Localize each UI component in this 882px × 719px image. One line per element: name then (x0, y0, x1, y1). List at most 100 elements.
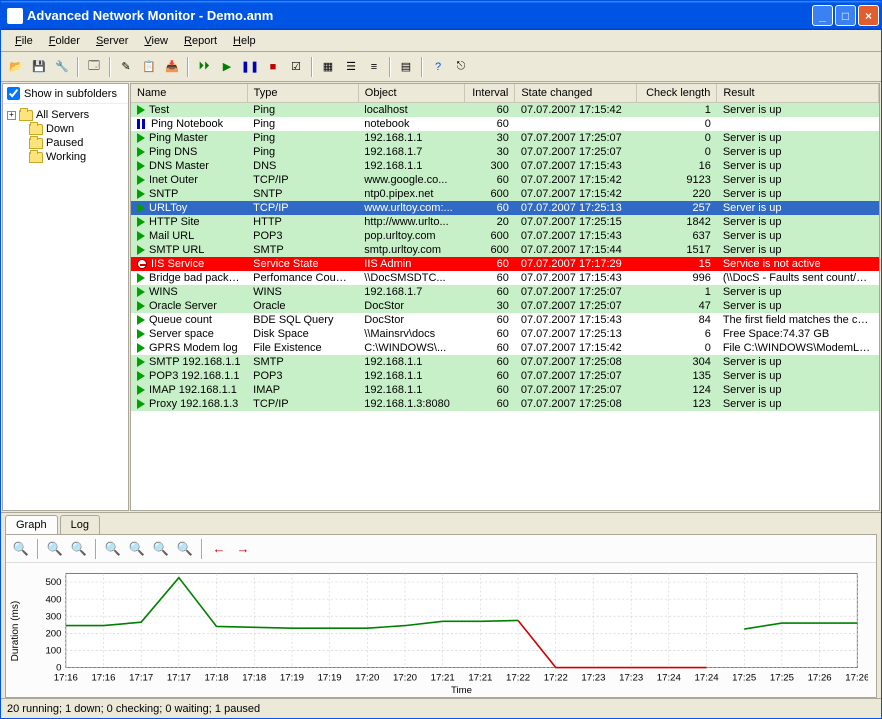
table-row[interactable]: Ping NotebookPingnotebook600 (131, 117, 879, 131)
tree-node-paused[interactable]: Paused (5, 136, 126, 150)
col-type[interactable]: Type (247, 84, 358, 103)
close-button[interactable]: × (858, 5, 879, 26)
scroll-left-icon[interactable]: ← (208, 538, 230, 560)
help-icon[interactable]: ? (427, 56, 449, 78)
table-row[interactable]: DNS MasterDNS192.168.1.130007.07.2007 17… (131, 159, 879, 173)
zoom-out-icon[interactable]: 🔍 (44, 538, 66, 560)
tree-node-down[interactable]: Down (5, 122, 126, 136)
pause-icon[interactable]: ❚❚ (239, 56, 261, 78)
table-row[interactable]: URLToyTCP/IPwww.urltoy.com:...6007.07.20… (131, 201, 879, 215)
menu-report[interactable]: Report (176, 33, 225, 49)
table-row[interactable]: WINSWINS192.168.1.76007.07.2007 17:25:07… (131, 285, 879, 299)
exit-icon[interactable]: ⎋ (450, 56, 472, 78)
col-interval[interactable]: Interval (464, 84, 515, 103)
menu-folder[interactable]: Folder (41, 33, 88, 49)
zoom-in-icon[interactable]: 🔍 (68, 538, 90, 560)
bottom-tabs: GraphLog (1, 513, 881, 534)
table-row[interactable]: POP3 192.168.1.1POP3192.168.1.16007.07.2… (131, 369, 879, 383)
zoom-x-in-icon[interactable]: 🔍 (126, 538, 148, 560)
menu-help[interactable]: Help (225, 33, 264, 49)
table-row[interactable]: Ping DNSPing192.168.1.73007.07.2007 17:2… (131, 145, 879, 159)
tab-graph[interactable]: Graph (5, 515, 58, 534)
view-details-icon[interactable]: ▤ (395, 56, 417, 78)
svg-text:17:20: 17:20 (355, 672, 379, 683)
svg-text:17:17: 17:17 (129, 672, 153, 683)
zoom-y-out-icon[interactable]: 🔍 (150, 538, 172, 560)
table-row[interactable]: SMTP URLSMTPsmtp.urltoy.com60007.07.2007… (131, 243, 879, 257)
table-row[interactable]: TestPinglocalhost6007.07.2007 17:15:421S… (131, 103, 879, 118)
options-icon[interactable]: 🔧 (51, 56, 73, 78)
table-row[interactable]: IMAP 192.168.1.1IMAP192.168.1.16007.07.2… (131, 383, 879, 397)
svg-text:17:22: 17:22 (506, 672, 530, 683)
pause-icon (137, 119, 147, 129)
tree-node-working[interactable]: Working (5, 150, 126, 164)
zoom-y-in-icon[interactable]: 🔍 (174, 538, 196, 560)
table-row[interactable]: IIS ServiceService StateIIS Admin6007.07… (131, 257, 879, 271)
col-result[interactable]: Result (717, 84, 879, 103)
table-row[interactable]: HTTP SiteHTTPhttp://www.urlto...2007.07.… (131, 215, 879, 229)
table-row[interactable]: GPRS Modem logFile ExistenceC:\WINDOWS\.… (131, 341, 879, 355)
play-icon (137, 189, 145, 199)
play-all-icon[interactable]: ⏵⏵ (193, 56, 215, 78)
menu-view[interactable]: View (136, 33, 176, 49)
open-icon[interactable]: 📂 (5, 56, 27, 78)
app-icon (7, 8, 23, 24)
col-object[interactable]: Object (358, 84, 464, 103)
status-text: 20 running; 1 down; 0 checking; 0 waitin… (7, 703, 260, 715)
zoom-x-out-icon[interactable]: 🔍 (102, 538, 124, 560)
table-row[interactable]: Bridge bad packetsPerfomance Counter\\Do… (131, 271, 879, 285)
table-row[interactable]: Oracle ServerOracleDocStor3007.07.2007 1… (131, 299, 879, 313)
table-row[interactable]: Mail URLPOP3pop.urltoy.com60007.07.2007 … (131, 229, 879, 243)
stop-icon[interactable]: ■ (262, 56, 284, 78)
scroll-right-icon[interactable]: → (232, 538, 254, 560)
svg-text:17:20: 17:20 (393, 672, 417, 683)
svg-text:17:23: 17:23 (581, 672, 605, 683)
tree-node-all-servers[interactable]: +All Servers (5, 108, 126, 122)
edit-icon[interactable]: ✎ (115, 56, 137, 78)
svg-text:100: 100 (45, 646, 61, 657)
menu-server[interactable]: Server (88, 33, 136, 49)
col-state-changed[interactable]: State changed (515, 84, 636, 103)
play-icon (137, 203, 145, 213)
tree-label: Down (46, 123, 74, 135)
minimize-button[interactable]: _ (812, 5, 833, 26)
table-row[interactable]: Server spaceDisk Space\\Mainsrv\docs6007… (131, 327, 879, 341)
chart-ylabel: Duration (ms) (8, 567, 23, 695)
col-name[interactable]: Name (131, 84, 247, 103)
subfolders-checkbox[interactable] (7, 87, 20, 100)
table-row[interactable]: SMTP 192.168.1.1SMTP192.168.1.16007.07.2… (131, 355, 879, 369)
view-small-icon[interactable]: ☰ (340, 56, 362, 78)
svg-text:17:24: 17:24 (657, 672, 682, 683)
import-icon[interactable]: 📥 (161, 56, 183, 78)
new-window-icon[interactable]: 🗔 (83, 56, 105, 78)
folder-icon (19, 110, 33, 121)
col-check-length[interactable]: Check length (636, 84, 717, 103)
svg-text:17:17: 17:17 (167, 672, 191, 683)
menu-file[interactable]: File (7, 33, 41, 49)
chart[interactable]: 010020030040050017:1617:1617:1717:1717:1… (23, 567, 868, 695)
zoom-icon[interactable]: 🔍 (10, 538, 32, 560)
play-icon[interactable]: ▶ (216, 56, 238, 78)
titlebar[interactable]: Advanced Network Monitor - Demo.anm _ □ … (1, 1, 881, 30)
show-subfolders-toggle[interactable]: Show in subfolders (3, 84, 128, 104)
table-row[interactable]: Proxy 192.168.1.3TCP/IP192.168.1.3:80806… (131, 397, 879, 411)
view-large-icon[interactable]: ▦ (317, 56, 339, 78)
check-icon[interactable]: ☑ (285, 56, 307, 78)
save-icon[interactable]: 💾 (28, 56, 50, 78)
maximize-button[interactable]: □ (835, 5, 856, 26)
tab-log[interactable]: Log (60, 515, 100, 534)
tree-label: Working (46, 151, 86, 163)
play-icon (137, 315, 145, 325)
table-row[interactable]: SNTPSNTPntp0.pipex.net60007.07.2007 17:1… (131, 187, 879, 201)
copy-icon[interactable]: 📋 (138, 56, 160, 78)
expander-icon[interactable]: + (7, 111, 16, 120)
svg-text:17:16: 17:16 (54, 672, 78, 683)
svg-text:500: 500 (45, 577, 61, 588)
table-row[interactable]: Ping MasterPing192.168.1.13007.07.2007 1… (131, 131, 879, 145)
svg-text:17:19: 17:19 (280, 672, 304, 683)
view-list-icon[interactable]: ≡ (363, 56, 385, 78)
table-row[interactable]: Queue countBDE SQL QueryDocStor6007.07.2… (131, 313, 879, 327)
server-grid[interactable]: NameTypeObjectIntervalState changedCheck… (130, 83, 880, 511)
svg-text:17:16: 17:16 (91, 672, 115, 683)
table-row[interactable]: Inet OuterTCP/IPwww.google.co...6007.07.… (131, 173, 879, 187)
